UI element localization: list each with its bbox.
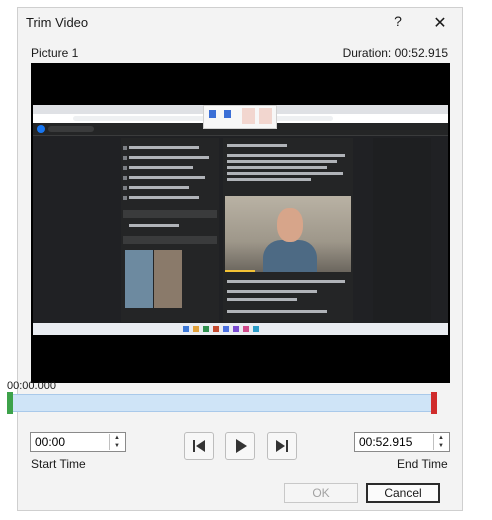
text-line <box>227 160 337 163</box>
video-frame <box>33 105 448 335</box>
bullet <box>123 186 127 190</box>
decrement-icon[interactable]: ▼ <box>434 442 448 450</box>
previous-frame-button[interactable] <box>184 432 214 460</box>
bullet <box>123 146 127 150</box>
next-frame-button[interactable] <box>267 432 297 460</box>
text-line <box>129 156 209 159</box>
panel-button <box>123 210 217 218</box>
ribbon-icon <box>209 110 216 118</box>
previous-frame-icon <box>193 440 205 452</box>
taskbar-icon <box>193 326 199 332</box>
ppt-ribbon-overlay <box>203 105 277 129</box>
text-line <box>227 298 297 301</box>
bullet <box>123 176 127 180</box>
text-line <box>129 224 179 227</box>
play-button[interactable] <box>225 432 255 460</box>
photo-thumbnail <box>154 250 182 308</box>
left-column <box>121 138 219 322</box>
site-logo-icon <box>37 125 45 133</box>
person-face <box>277 208 303 242</box>
text-line <box>129 176 205 179</box>
person-shirt <box>263 240 317 272</box>
text-line <box>227 172 343 175</box>
ribbon-thumbnail <box>259 108 272 124</box>
panel-button <box>123 236 217 244</box>
taskbar-icon <box>243 326 249 332</box>
current-time-label: 00:00.000 <box>7 380 56 392</box>
text-line <box>129 166 193 169</box>
duration-label: Duration: 00:52.915 <box>342 46 448 60</box>
next-frame-icon <box>276 440 288 452</box>
text-line <box>227 178 311 181</box>
decrement-icon[interactable]: ▼ <box>110 442 124 450</box>
ok-button[interactable]: OK <box>284 483 358 503</box>
site-search-field <box>48 126 94 132</box>
cancel-button[interactable]: Cancel <box>366 483 440 503</box>
taskbar-icon <box>203 326 209 332</box>
taskbar-icon <box>223 326 229 332</box>
taskbar-icon <box>183 326 189 332</box>
text-line <box>227 290 317 293</box>
increment-icon[interactable]: ▲ <box>434 434 448 442</box>
end-time-stepper[interactable]: ▲ ▼ <box>354 432 450 452</box>
right-column <box>373 138 431 322</box>
bullet <box>123 196 127 200</box>
dialog-title: Trim Video <box>26 15 89 30</box>
end-time-label: End Time <box>397 457 448 471</box>
timeline-track[interactable] <box>7 394 437 412</box>
trim-timeline[interactable] <box>7 392 437 414</box>
play-icon <box>236 439 247 453</box>
ribbon-thumbnail <box>242 108 255 124</box>
end-trim-handle[interactable] <box>431 392 437 414</box>
start-time-spin-buttons: ▲ ▼ <box>109 434 124 450</box>
bullet <box>123 166 127 170</box>
text-line <box>129 196 199 199</box>
start-time-label: Start Time <box>31 457 86 471</box>
photo-thumbnail <box>125 250 153 308</box>
text-line <box>227 310 327 313</box>
text-line <box>129 146 199 149</box>
bullet <box>123 156 127 160</box>
center-column <box>223 138 353 322</box>
end-time-spin-buttons: ▲ ▼ <box>433 434 448 450</box>
post-video-thumbnail <box>225 196 351 272</box>
close-button[interactable]: ✕ <box>432 13 448 33</box>
end-time-input[interactable] <box>357 434 429 450</box>
video-preview[interactable] <box>31 63 450 383</box>
text-line <box>227 144 287 147</box>
ribbon-icon <box>224 110 231 118</box>
taskbar-icon <box>253 326 259 332</box>
title-bar: Trim Video ? ✕ <box>18 8 462 38</box>
text-line <box>227 166 327 169</box>
start-time-input[interactable] <box>33 434 105 450</box>
media-name: Picture 1 <box>31 46 79 60</box>
increment-icon[interactable]: ▲ <box>110 434 124 442</box>
start-trim-handle[interactable] <box>7 392 13 414</box>
text-line <box>129 186 189 189</box>
taskbar-icon <box>233 326 239 332</box>
start-time-stepper[interactable]: ▲ ▼ <box>30 432 126 452</box>
taskbar-icon <box>213 326 219 332</box>
os-taskbar <box>33 323 448 335</box>
post-video-progress <box>225 270 255 272</box>
text-line <box>227 154 345 157</box>
text-line <box>227 280 345 283</box>
help-button[interactable]: ? <box>390 13 406 29</box>
